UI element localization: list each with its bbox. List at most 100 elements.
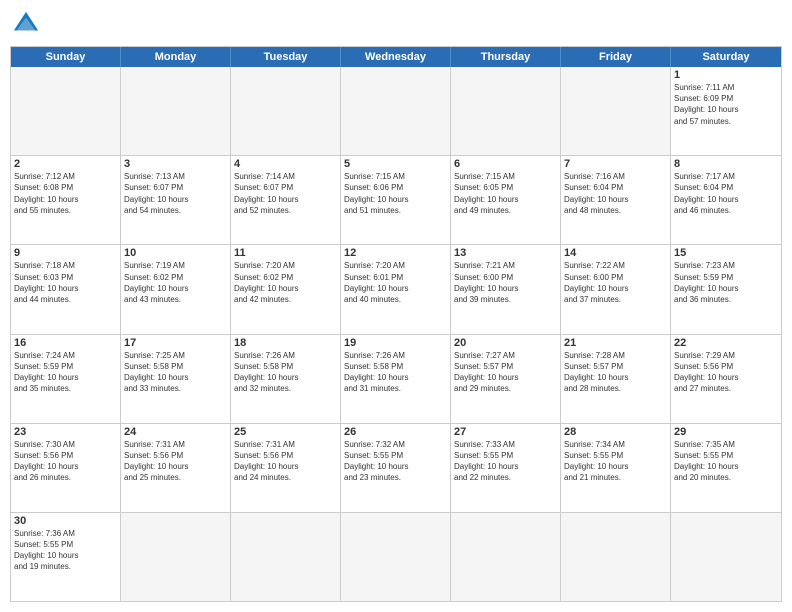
day-number: 3 [124,158,227,170]
day-cell-23: 23Sunrise: 7:30 AM Sunset: 5:56 PM Dayli… [11,424,121,512]
day-info: Sunrise: 7:15 AM Sunset: 6:05 PM Dayligh… [454,171,557,216]
day-number: 7 [564,158,667,170]
day-number: 16 [14,337,117,349]
day-info: Sunrise: 7:34 AM Sunset: 5:55 PM Dayligh… [564,439,667,484]
day-number: 26 [344,426,447,438]
empty-cell [561,513,671,601]
day-number: 29 [674,426,778,438]
page: SundayMondayTuesdayWednesdayThursdayFrid… [0,0,792,612]
calendar-row-4: 23Sunrise: 7:30 AM Sunset: 5:56 PM Dayli… [11,423,781,512]
day-cell-28: 28Sunrise: 7:34 AM Sunset: 5:55 PM Dayli… [561,424,671,512]
day-info: Sunrise: 7:23 AM Sunset: 5:59 PM Dayligh… [674,260,778,305]
header-day-friday: Friday [561,47,671,67]
day-number: 5 [344,158,447,170]
header-day-thursday: Thursday [451,47,561,67]
day-info: Sunrise: 7:22 AM Sunset: 6:00 PM Dayligh… [564,260,667,305]
header-day-tuesday: Tuesday [231,47,341,67]
day-info: Sunrise: 7:12 AM Sunset: 6:08 PM Dayligh… [14,171,117,216]
day-number: 17 [124,337,227,349]
day-number: 6 [454,158,557,170]
day-info: Sunrise: 7:21 AM Sunset: 6:00 PM Dayligh… [454,260,557,305]
day-number: 14 [564,247,667,259]
empty-cell [561,67,671,155]
empty-cell [341,513,451,601]
day-info: Sunrise: 7:25 AM Sunset: 5:58 PM Dayligh… [124,350,227,395]
day-number: 13 [454,247,557,259]
day-info: Sunrise: 7:20 AM Sunset: 6:01 PM Dayligh… [344,260,447,305]
header-day-wednesday: Wednesday [341,47,451,67]
day-number: 12 [344,247,447,259]
day-cell-10: 10Sunrise: 7:19 AM Sunset: 6:02 PM Dayli… [121,245,231,333]
day-number: 4 [234,158,337,170]
day-cell-17: 17Sunrise: 7:25 AM Sunset: 5:58 PM Dayli… [121,335,231,423]
day-number: 20 [454,337,557,349]
day-cell-2: 2Sunrise: 7:12 AM Sunset: 6:08 PM Daylig… [11,156,121,244]
day-number: 8 [674,158,778,170]
day-info: Sunrise: 7:19 AM Sunset: 6:02 PM Dayligh… [124,260,227,305]
day-cell-26: 26Sunrise: 7:32 AM Sunset: 5:55 PM Dayli… [341,424,451,512]
calendar-row-1: 2Sunrise: 7:12 AM Sunset: 6:08 PM Daylig… [11,155,781,244]
logo [10,10,40,38]
calendar-row-2: 9Sunrise: 7:18 AM Sunset: 6:03 PM Daylig… [11,244,781,333]
day-cell-18: 18Sunrise: 7:26 AM Sunset: 5:58 PM Dayli… [231,335,341,423]
day-info: Sunrise: 7:17 AM Sunset: 6:04 PM Dayligh… [674,171,778,216]
day-number: 25 [234,426,337,438]
day-number: 22 [674,337,778,349]
day-info: Sunrise: 7:31 AM Sunset: 5:56 PM Dayligh… [234,439,337,484]
day-cell-3: 3Sunrise: 7:13 AM Sunset: 6:07 PM Daylig… [121,156,231,244]
day-cell-25: 25Sunrise: 7:31 AM Sunset: 5:56 PM Dayli… [231,424,341,512]
calendar-row-5: 30Sunrise: 7:36 AM Sunset: 5:55 PM Dayli… [11,512,781,601]
day-number: 18 [234,337,337,349]
day-info: Sunrise: 7:33 AM Sunset: 5:55 PM Dayligh… [454,439,557,484]
calendar-body: 1Sunrise: 7:11 AM Sunset: 6:09 PM Daylig… [11,67,781,601]
day-number: 28 [564,426,667,438]
day-number: 9 [14,247,117,259]
day-cell-29: 29Sunrise: 7:35 AM Sunset: 5:55 PM Dayli… [671,424,781,512]
empty-cell [231,67,341,155]
day-cell-15: 15Sunrise: 7:23 AM Sunset: 5:59 PM Dayli… [671,245,781,333]
day-number: 21 [564,337,667,349]
day-info: Sunrise: 7:20 AM Sunset: 6:02 PM Dayligh… [234,260,337,305]
calendar-row-3: 16Sunrise: 7:24 AM Sunset: 5:59 PM Dayli… [11,334,781,423]
header-day-saturday: Saturday [671,47,781,67]
day-number: 11 [234,247,337,259]
day-info: Sunrise: 7:18 AM Sunset: 6:03 PM Dayligh… [14,260,117,305]
empty-cell [121,67,231,155]
day-info: Sunrise: 7:15 AM Sunset: 6:06 PM Dayligh… [344,171,447,216]
empty-cell [341,67,451,155]
day-cell-12: 12Sunrise: 7:20 AM Sunset: 6:01 PM Dayli… [341,245,451,333]
day-cell-30: 30Sunrise: 7:36 AM Sunset: 5:55 PM Dayli… [11,513,121,601]
day-number: 15 [674,247,778,259]
day-cell-19: 19Sunrise: 7:26 AM Sunset: 5:58 PM Dayli… [341,335,451,423]
day-info: Sunrise: 7:27 AM Sunset: 5:57 PM Dayligh… [454,350,557,395]
header-day-sunday: Sunday [11,47,121,67]
header [10,10,782,38]
day-info: Sunrise: 7:26 AM Sunset: 5:58 PM Dayligh… [234,350,337,395]
day-info: Sunrise: 7:13 AM Sunset: 6:07 PM Dayligh… [124,171,227,216]
day-cell-8: 8Sunrise: 7:17 AM Sunset: 6:04 PM Daylig… [671,156,781,244]
empty-cell [231,513,341,601]
day-number: 23 [14,426,117,438]
day-cell-16: 16Sunrise: 7:24 AM Sunset: 5:59 PM Dayli… [11,335,121,423]
day-cell-1: 1Sunrise: 7:11 AM Sunset: 6:09 PM Daylig… [671,67,781,155]
day-info: Sunrise: 7:35 AM Sunset: 5:55 PM Dayligh… [674,439,778,484]
calendar-header: SundayMondayTuesdayWednesdayThursdayFrid… [11,47,781,67]
day-number: 19 [344,337,447,349]
day-info: Sunrise: 7:24 AM Sunset: 5:59 PM Dayligh… [14,350,117,395]
logo-text [10,10,40,38]
day-cell-7: 7Sunrise: 7:16 AM Sunset: 6:04 PM Daylig… [561,156,671,244]
day-cell-13: 13Sunrise: 7:21 AM Sunset: 6:00 PM Dayli… [451,245,561,333]
day-number: 24 [124,426,227,438]
empty-cell [671,513,781,601]
day-cell-14: 14Sunrise: 7:22 AM Sunset: 6:00 PM Dayli… [561,245,671,333]
day-cell-21: 21Sunrise: 7:28 AM Sunset: 5:57 PM Dayli… [561,335,671,423]
day-cell-24: 24Sunrise: 7:31 AM Sunset: 5:56 PM Dayli… [121,424,231,512]
day-cell-11: 11Sunrise: 7:20 AM Sunset: 6:02 PM Dayli… [231,245,341,333]
day-cell-6: 6Sunrise: 7:15 AM Sunset: 6:05 PM Daylig… [451,156,561,244]
day-number: 10 [124,247,227,259]
empty-cell [451,513,561,601]
day-info: Sunrise: 7:11 AM Sunset: 6:09 PM Dayligh… [674,82,778,127]
day-cell-4: 4Sunrise: 7:14 AM Sunset: 6:07 PM Daylig… [231,156,341,244]
day-info: Sunrise: 7:29 AM Sunset: 5:56 PM Dayligh… [674,350,778,395]
day-cell-5: 5Sunrise: 7:15 AM Sunset: 6:06 PM Daylig… [341,156,451,244]
